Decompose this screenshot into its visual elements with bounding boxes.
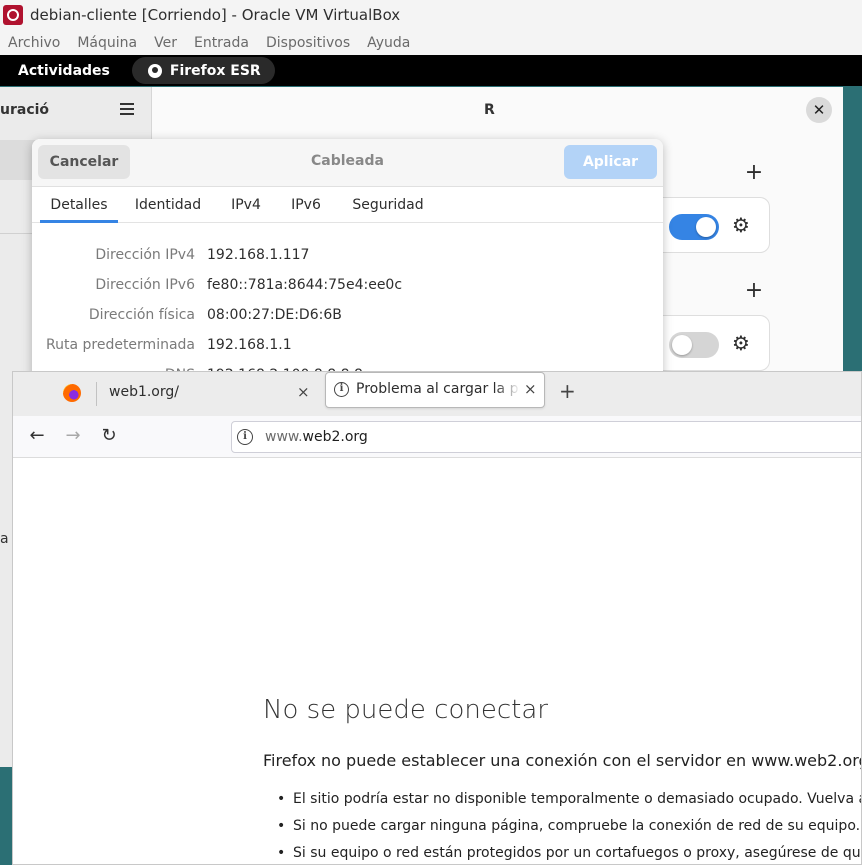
detail-row-ipv6: Dirección IPv6 fe80::781a:8644:75e4:ee0c [32,277,663,297]
detail-row-mac: Dirección física 08:00:27:DE:D6:6B [32,307,663,327]
list-item: El sitio podría estar no disponible temp… [275,791,861,818]
menu-ver[interactable]: Ver [154,35,177,51]
menu-archivo[interactable]: Archivo [8,35,60,51]
menu-entrada[interactable]: Entrada [194,35,249,51]
connection-toggle-on[interactable] [669,214,719,240]
hamburger-menu-icon[interactable] [120,103,134,105]
firefox-logo-icon[interactable] [63,384,81,402]
browser-tab-web1[interactable]: web1.org/ × [97,376,323,412]
page-content: No se puede conectar Firefox no puede es… [13,459,862,864]
close-tab-icon[interactable]: × [524,380,537,398]
detail-value: 08:00:27:DE:D6:6B [207,307,342,323]
window-title: debian-cliente [Corriendo] - Oracle VM V… [30,6,401,24]
menu-ayuda[interactable]: Ayuda [367,35,410,51]
url-bar[interactable]: i www.web2.org [231,421,861,453]
url-text[interactable]: www.web2.org [265,429,368,445]
sidebar-item-label: a [0,531,9,547]
error-suggestions: El sitio podría estar no disponible temp… [275,791,861,864]
virtualbox-menubar: Archivo Máquina Ver Entrada Dispositivos… [0,30,862,55]
error-title: No se puede conectar [263,695,548,725]
navigation-toolbar: ← → ↻ i www.web2.org [13,416,861,458]
detail-row-gateway: Ruta predeterminada 192.168.1.1 [32,337,663,357]
toggle-knob [672,335,692,355]
detail-label: Dirección IPv6 [95,277,195,293]
gnome-top-bar: Actividades Firefox ESR [0,55,862,86]
url-prefix: www. [265,429,303,445]
new-tab-button[interactable]: + [559,381,576,401]
detail-label: Dirección IPv4 [95,247,195,263]
tab-bar: web1.org/ × i Problema al cargar la pági… [13,372,861,416]
tab-title: Problema al cargar la página [356,381,520,397]
browser-tab-active[interactable]: i Problema al cargar la página × [325,372,545,408]
list-item: Si su equipo o red están protegidos por … [275,845,861,864]
wired-connection-dialog: Cancelar Cableada Aplicar Detalles Ident… [32,139,663,409]
menu-maquina[interactable]: Máquina [77,35,137,51]
dialog-header: Cancelar Cableada Aplicar [32,139,663,187]
firefox-window: web1.org/ × i Problema al cargar la pági… [12,371,862,865]
activities-button[interactable]: Actividades [18,63,110,79]
detail-label: Dirección física [88,307,195,323]
detail-value: fe80::781a:8644:75e4:ee0c [207,277,403,293]
apply-button[interactable]: Aplicar [564,145,657,179]
detail-value: 192.168.1.117 [207,247,310,263]
gear-icon[interactable]: ⚙ [731,333,751,353]
reload-button[interactable]: ↻ [98,425,120,447]
error-description: Firefox no puede establecer una conexión… [263,751,862,770]
add-connection-button[interactable]: + [744,162,764,184]
toggle-knob [696,217,716,237]
tab-ipv4[interactable]: IPv4 [224,187,268,223]
url-domain: web2.org [302,429,368,445]
forward-button[interactable]: → [62,425,84,447]
tab-detalles[interactable]: Detalles [40,187,118,223]
tab-title: web1.org/ [109,384,179,400]
gear-icon[interactable]: ⚙ [731,215,751,235]
settings-header-title: R [484,102,495,118]
info-icon: i [334,382,349,397]
detail-label: Ruta predeterminada [46,337,195,353]
site-info-icon[interactable]: i [237,429,253,445]
list-item: Si no puede cargar ninguna página, compr… [275,818,861,845]
tab-ipv6[interactable]: IPv6 [286,187,326,223]
menu-dispositivos[interactable]: Dispositivos [266,35,350,51]
settings-sidebar-title: uració [0,102,50,118]
add-vpn-button[interactable]: + [744,280,764,302]
close-tab-icon[interactable]: × [297,383,310,401]
tab-identidad[interactable]: Identidad [132,187,204,223]
virtualbox-app-icon [3,5,23,25]
connection-toggle-off[interactable] [669,332,719,358]
app-menu-label: Firefox ESR [169,62,261,79]
guest-desktop: Actividades Firefox ESR uració a R ✕ + ⚙… [0,55,862,865]
detail-row-ipv4: Dirección IPv4 192.168.1.117 [32,247,663,267]
detail-value: 192.168.1.1 [207,337,292,353]
firefox-icon [147,63,162,78]
back-button[interactable]: ← [26,425,48,447]
tab-seguridad[interactable]: Seguridad [348,187,428,223]
dialog-tabs: Detalles Identidad IPv4 IPv6 Seguridad [32,187,663,223]
virtualbox-titlebar: debian-cliente [Corriendo] - Oracle VM V… [0,0,862,30]
app-menu-button[interactable]: Firefox ESR [131,57,275,84]
close-icon[interactable]: ✕ [806,97,832,123]
